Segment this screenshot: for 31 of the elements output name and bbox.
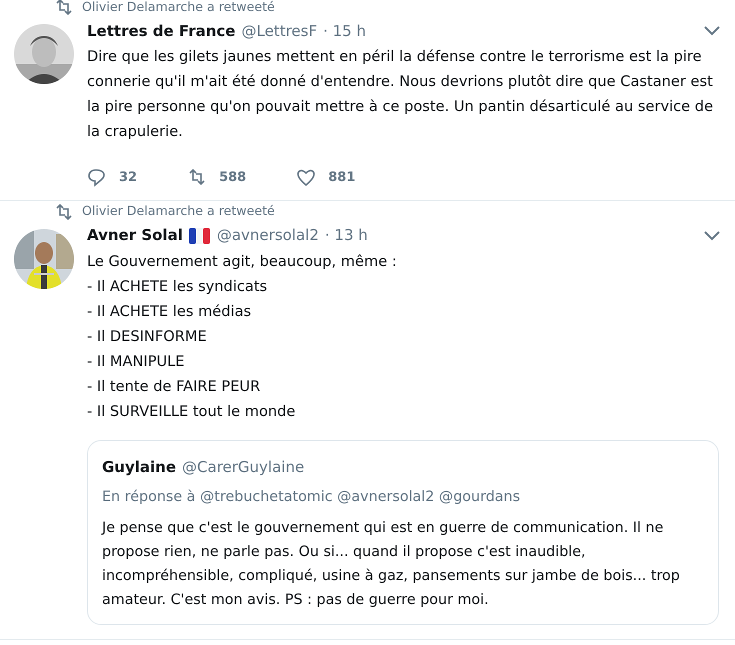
like-button[interactable]: 881 — [296, 168, 356, 188]
timestamp[interactable]: · 13 h — [324, 224, 368, 247]
retweet-label: Olivier Delamarche a retweeté — [82, 0, 275, 16]
reply-icon — [87, 168, 107, 188]
author-handle[interactable]: @avnersolal2 — [216, 224, 319, 247]
author-name[interactable]: Avner Solal — [87, 224, 183, 247]
heart-icon — [296, 168, 316, 188]
tweet-text: Dire que les gilets jaunes mettent en péril la défense contre le terrorisme est la pire connerie qu'il m'ait été donné d'entendre. Nous devrions plutôt dire que Castaner est la pire personne qu'on pouvait mettre à ce poste. Un pantin désarticulé au service de la crapulerie. — [87, 47, 714, 142]
tweet-text: Je pense que c'est le gouvernement qui est en guerre de communication. Il ne propose rien, ne parle pas. Ou si... quand il propose c'est inaudible, incompréhensible, compliqué, usine à gaz, pansements sur jambe de bois... trop amateur. C'est mon avis. PS : pas de guerre pour moi. — [102, 518, 681, 610]
reply-context: En réponse à @trebuchetatomic @avnersolal2 @gourdans — [102, 488, 522, 506]
tweet-text: Le Gouvernement agit, beaucoup, même : — [87, 252, 398, 272]
reply-button[interactable]: 32 — [87, 168, 138, 188]
quoted-tweet-card[interactable] — [87, 440, 719, 625]
tweet-text: - Il DESINFORME — [87, 326, 208, 346]
tweet-text: - Il SURVEILLE tout le monde — [87, 402, 296, 422]
retweet-icon — [54, 0, 74, 16]
tweet-text: - Il MANIPULE — [87, 352, 186, 372]
author-handle: @CarerGuylaine — [182, 457, 304, 478]
retweet-icon — [187, 168, 208, 188]
timestamp[interactable]: · 15 h — [323, 20, 366, 42]
tweet-text: - Il ACHETE les médias — [87, 302, 252, 322]
retweet-button[interactable]: 588 — [187, 168, 246, 188]
author-name[interactable]: Lettres de France — [87, 20, 236, 42]
author-name: Guylaine — [102, 457, 176, 478]
author-handle[interactable]: @LettresF — [241, 20, 318, 42]
retweet-label: Olivier Delamarche a retweeté — [82, 202, 275, 220]
chevron-down-icon[interactable] — [703, 230, 721, 242]
tweet-text: - Il tente de FAIRE PEUR — [87, 376, 262, 396]
tweet-text: - Il ACHETE les syndicats — [87, 276, 268, 296]
retweet-icon — [54, 202, 74, 220]
chevron-down-icon[interactable] — [703, 25, 721, 37]
